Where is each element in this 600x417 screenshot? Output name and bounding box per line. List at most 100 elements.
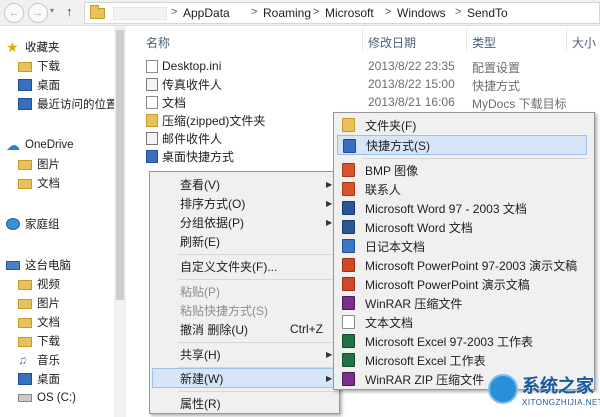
up-button[interactable]: ↑ [66, 4, 73, 19]
file-row[interactable]: Desktop.ini [146, 57, 221, 75]
folder-icon [342, 118, 355, 132]
new-excel97-item[interactable]: Microsoft Excel 97-2003 工作表 [337, 331, 587, 351]
nav-pc-downloads[interactable]: 下载 [18, 332, 60, 350]
menu-item-sort[interactable]: 排序方式(O) [153, 193, 336, 213]
powerpoint-icon [342, 258, 355, 272]
submenu-arrow-icon: ▶ [326, 199, 333, 208]
forward-button[interactable]: → [28, 3, 48, 23]
documents-folder-icon [18, 318, 32, 328]
file-type: 配置设置 [472, 61, 521, 75]
address-bar[interactable]: > AppData > Roaming > Microsoft > Window… [84, 2, 600, 24]
new-ppt-item[interactable]: Microsoft PowerPoint 演示文稿 [337, 274, 587, 294]
new-bmp-item[interactable]: BMP 图像 [337, 160, 587, 180]
nav-pc-documents[interactable]: 文档 [18, 313, 60, 331]
file-row[interactable]: 传真收件人 [146, 75, 222, 93]
menu-item-properties[interactable]: 属性(R) [153, 393, 336, 413]
nav-downloads[interactable]: 下载 [18, 57, 60, 75]
new-shortcut-item[interactable]: 快捷方式(S) [337, 135, 587, 155]
nav-onedrive-pictures[interactable]: 图片 [18, 155, 60, 173]
file-name: 传真收件人 [162, 77, 223, 92]
nav-thispc[interactable]: 这台电脑 [6, 256, 71, 274]
nav-favorites[interactable]: ★ 收藏夹 [6, 38, 60, 56]
nav-onedrive[interactable]: ☁ OneDrive [6, 136, 74, 154]
file-row[interactable]: 压缩(zipped)文件夹 [146, 111, 265, 129]
file-name: Desktop.ini [162, 59, 222, 73]
nav-recent[interactable]: 最近访问的位置 [18, 95, 118, 113]
menu-item-view[interactable]: 查看(V) [153, 174, 336, 194]
column-divider[interactable] [566, 28, 567, 50]
nav-music[interactable]: ♫ 音乐 [18, 351, 60, 369]
column-divider[interactable] [362, 28, 363, 50]
nav-label: 最近访问的位置 [37, 99, 118, 111]
new-winrar-item[interactable]: WinRAR 压缩文件 [337, 293, 587, 313]
file-row[interactable]: 邮件收件人 [146, 129, 222, 147]
contact-icon [342, 182, 355, 196]
new-word97-item[interactable]: Microsoft Word 97 - 2003 文档 [337, 198, 587, 218]
column-header-date[interactable]: 修改日期 [368, 34, 416, 51]
back-button[interactable]: ← [4, 3, 24, 23]
file-row[interactable]: 文档 [146, 93, 186, 111]
nav-pc-pictures[interactable]: 图片 [18, 294, 60, 312]
menu-item-share[interactable]: 共享(H) [153, 344, 336, 364]
nav-label: 下载 [37, 336, 60, 348]
breadcrumb-sendto[interactable]: SendTo [467, 6, 508, 20]
winrar-zip-icon [342, 372, 355, 386]
breadcrumb-microsoft[interactable]: Microsoft [325, 6, 374, 20]
nav-label: 图片 [37, 298, 60, 310]
nav-label: 家庭组 [25, 219, 60, 231]
nav-label: OS (C:) [37, 392, 76, 404]
recent-locations-chevron-icon[interactable]: ▾ [50, 6, 54, 15]
submenu-arrow-icon: ▶ [326, 374, 333, 383]
column-header-size[interactable]: 大小 [572, 34, 596, 51]
menu-item-customize[interactable]: 自定义文件夹(F)... [153, 256, 336, 276]
menu-item-refresh[interactable]: 刷新(E) [153, 231, 336, 251]
nav-videos[interactable]: 视频 [18, 275, 60, 293]
watermark-logo-icon [488, 374, 518, 404]
new-folder-item[interactable]: 文件夹(F) [337, 115, 587, 135]
journal-icon [342, 239, 355, 253]
nav-homegroup[interactable]: 家庭组 [6, 215, 60, 233]
breadcrumb-windows[interactable]: Windows [397, 6, 446, 20]
site-watermark: 系统之家 XITONGZHIJIA.NET [488, 372, 600, 417]
computer-icon [6, 260, 20, 270]
menu-item-paste-shortcut: 粘贴快捷方式(S) [180, 303, 268, 318]
breadcrumb-appdata[interactable]: AppData [183, 6, 230, 20]
column-divider[interactable] [466, 28, 467, 50]
menu-item-group[interactable]: 分组依据(P) [153, 212, 336, 232]
fax-icon [146, 77, 158, 91]
document-icon [146, 95, 158, 109]
new-contact-item[interactable]: 联系人 [337, 179, 587, 199]
file-row[interactable]: 桌面快捷方式 [146, 147, 234, 165]
drive-icon [18, 394, 32, 402]
new-text-item[interactable]: 文本文档 [337, 312, 587, 332]
column-header-type[interactable]: 类型 [472, 34, 496, 51]
menu-item-new[interactable]: 新建(W) [152, 368, 337, 388]
cloud-icon: ☁ [6, 137, 20, 153]
new-ppt97-item[interactable]: Microsoft PowerPoint 97-2003 演示文稿 [337, 255, 587, 275]
new-excel-item[interactable]: Microsoft Excel 工作表 [337, 350, 587, 370]
powerpoint-icon [342, 277, 355, 291]
mail-icon [146, 131, 158, 145]
nav-osdrive[interactable]: OS (C:) [18, 389, 76, 407]
watermark-url: XITONGZHIJIA.NET [522, 398, 600, 407]
file-name: 文档 [162, 95, 187, 110]
nav-scrollbar-thumb[interactable] [116, 30, 124, 300]
new-word-item[interactable]: Microsoft Word 文档 [337, 217, 587, 237]
folder-icon [18, 160, 32, 170]
submenu-arrow-icon: ▶ [326, 218, 333, 227]
breadcrumb-separator: > [313, 6, 320, 18]
excel-icon [342, 353, 355, 367]
watermark-title: 系统之家 [522, 376, 594, 396]
menu-item-paste: 粘贴(P) [180, 284, 220, 299]
nav-desktop[interactable]: 桌面 [18, 76, 60, 94]
menu-separator [178, 391, 336, 392]
nav-onedrive-documents[interactable]: 文档 [18, 174, 60, 192]
breadcrumb-roaming[interactable]: Roaming [263, 6, 311, 20]
column-header-name[interactable]: 名称 [146, 34, 170, 51]
menu-separator [178, 279, 336, 280]
context-menu: 查看(V) ▶ 排序方式(O) ▶ 分组依据(P) ▶ 刷新(E) 自定义文件夹… [149, 171, 340, 414]
new-journal-item[interactable]: 日记本文档 [337, 236, 587, 256]
breadcrumb-separator: > [455, 6, 462, 18]
nav-pc-desktop[interactable]: 桌面 [18, 370, 60, 388]
nav-label: 桌面 [37, 374, 60, 386]
